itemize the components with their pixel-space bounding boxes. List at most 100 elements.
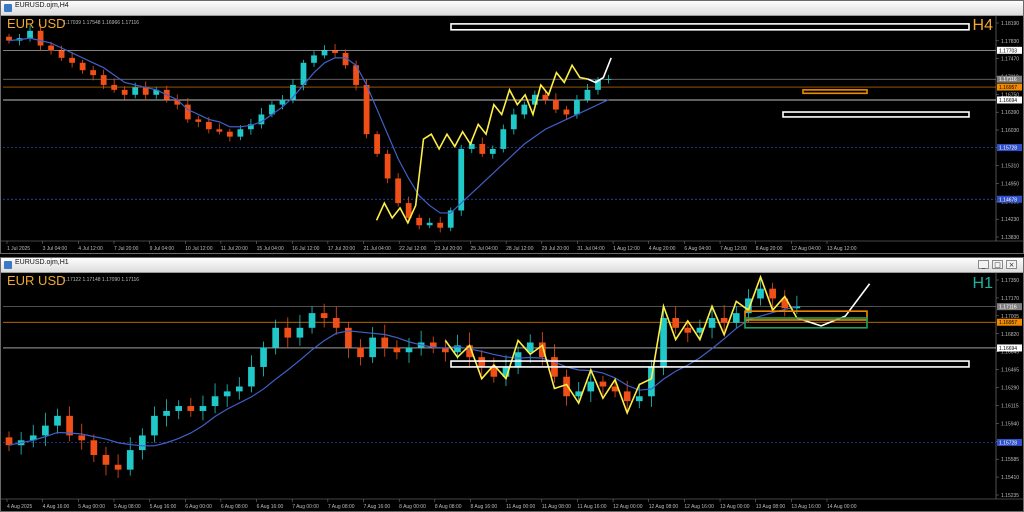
time-tick-label: 8 Aug 20:00: [756, 246, 783, 252]
time-tick-label: 11 Aug 16:00: [577, 504, 606, 510]
chart-app-icon: [4, 4, 12, 12]
time-tick-label: 6 Aug 04:00: [684, 246, 711, 252]
candle-body: [599, 381, 607, 387]
time-tick-label: 7 Jul 20:00: [114, 246, 139, 252]
price-chart-svg[interactable]: 1.173501.171701.170051.168201.166451.164…: [1, 272, 1023, 511]
candle-body: [584, 89, 591, 100]
zone-box: [802, 89, 868, 95]
chart-window-h4[interactable]: EURUSD.ojm,H4 1.18190 1.17830 1.17470 1.171…: [0, 0, 1024, 254]
time-tick-label: 13 Aug 08:00: [756, 504, 786, 510]
candle-body: [660, 318, 667, 367]
candle-body: [111, 84, 118, 90]
projection-line: [587, 57, 612, 84]
close-button[interactable]: ×: [1006, 260, 1017, 269]
candle-body: [79, 62, 86, 71]
candle-body: [211, 396, 219, 407]
candle-body: [139, 435, 146, 451]
time-tick-label: 14 Aug 00:00: [827, 504, 857, 510]
time-tick-label: 7 Aug 12:00: [720, 246, 747, 252]
price-tick-label: 1.18190: [1001, 21, 1019, 27]
time-tick-label: 6 Aug 00:00: [185, 504, 212, 510]
candle-body: [514, 352, 522, 367]
timeframe-label: H1: [972, 275, 993, 292]
candle-body: [102, 454, 110, 465]
candle-body: [732, 313, 740, 323]
price-tick-label: 1.16030: [1001, 128, 1019, 134]
ohlc-readout: 1.17122 1.17148 1.17090 1.17116: [63, 277, 140, 283]
price-tick-label: 1.13830: [1001, 235, 1019, 241]
candle-body: [272, 327, 279, 348]
candle-body: [308, 313, 316, 328]
price-tick-label: 1.16390: [1001, 110, 1019, 116]
candle-body: [437, 222, 444, 228]
time-tick-label: 23 Jul 20:00: [435, 246, 462, 252]
candle-body: [510, 114, 517, 130]
candle-body: [48, 45, 54, 51]
candle-body: [199, 406, 207, 411]
candle-body: [393, 347, 401, 353]
candle-body: [226, 131, 233, 137]
price-tick-label: 1.14230: [1001, 217, 1019, 223]
candle-body: [416, 217, 423, 226]
candle-body: [468, 144, 475, 149]
time-tick-label: 4 Jul 12:00: [78, 246, 103, 252]
candle-body: [563, 376, 570, 397]
zone-box: [450, 360, 970, 368]
price-level-label: 1.16957: [999, 85, 1017, 91]
candle-body: [563, 109, 570, 115]
candle-body: [248, 366, 255, 387]
chart-area[interactable]: 1.181901.178301.174701.171101.167501.163…: [1, 15, 1023, 253]
price-level-label: 1.17116: [999, 77, 1017, 83]
candle-body: [500, 129, 507, 149]
price-tick-label: 1.16115: [1001, 403, 1019, 409]
time-tick-label: 9 Jul 04:00: [150, 246, 175, 252]
chart-window-h1[interactable]: EURUSD.ojm,H1 _ □ × 1.17350 1.17170 1.1700…: [0, 257, 1024, 512]
price-level-label: 1.15728: [999, 146, 1017, 152]
candle-body: [478, 357, 486, 367]
time-tick-label: 28 Jul 12:00: [506, 246, 533, 252]
window-title: EURUSD.ojm,H1: [15, 259, 69, 266]
price-chart-svg[interactable]: 1.181901.178301.174701.171101.167501.163…: [1, 15, 1023, 253]
candle-body: [175, 406, 183, 411]
candle-body: [58, 50, 65, 58]
candle-body: [100, 75, 107, 85]
window-titlebar[interactable]: EURUSD.ojm,H1 _ □ ×: [1, 258, 1023, 273]
price-level-label: 1.14678: [999, 197, 1017, 203]
time-tick-label: 8 Aug 16:00: [470, 504, 497, 510]
ohlc-readout: 1.17039 1.17548 1.16966 1.17116: [63, 20, 140, 26]
time-tick-label: 13 Aug 12:00: [827, 246, 857, 252]
candle-body: [369, 337, 376, 358]
candle-body: [374, 134, 380, 154]
price-tick-label: 1.15940: [1001, 421, 1019, 427]
time-tick-label: 7 Aug 00:00: [292, 504, 319, 510]
zone-box: [782, 111, 970, 118]
time-tick-label: 13 Aug 00:00: [720, 504, 750, 510]
candle-body: [684, 327, 692, 333]
candle-body: [69, 57, 75, 63]
time-tick-label: 1 Jul 2025: [7, 246, 30, 252]
candle-body: [126, 450, 134, 470]
maximize-button[interactable]: □: [992, 260, 1003, 269]
price-tick-label: 1.15410: [1001, 475, 1019, 481]
candle-body: [187, 406, 195, 411]
time-tick-label: 12 Aug 04:00: [791, 246, 821, 252]
candle-body: [311, 55, 317, 63]
candle-body: [542, 94, 549, 100]
window-titlebar[interactable]: EURUSD.ojm,H4: [1, 1, 1023, 16]
candle-body: [384, 153, 391, 179]
time-tick-label: 31 Jul 04:00: [577, 246, 604, 252]
price-level-label: 1.15728: [999, 440, 1017, 446]
candle-body: [54, 415, 61, 426]
candle-body: [553, 99, 559, 110]
time-tick-label: 8 Aug 00:00: [399, 504, 426, 510]
minimize-button[interactable]: _: [978, 260, 989, 269]
price-tick-label: 1.17470: [1001, 57, 1019, 63]
time-tick-label: 11 Aug 00:00: [506, 504, 535, 510]
candle-body: [121, 89, 128, 95]
time-tick-label: 21 Jul 04:00: [364, 246, 391, 252]
candle-body: [769, 288, 776, 299]
time-tick-label: 7 Aug 08:00: [328, 504, 355, 510]
time-tick-label: 4 Aug 20:00: [649, 246, 676, 252]
candle-body: [332, 50, 338, 53]
chart-area[interactable]: 1.17350 1.17170 1.17005 1.16820 1.16645 1.164…: [1, 272, 1023, 511]
